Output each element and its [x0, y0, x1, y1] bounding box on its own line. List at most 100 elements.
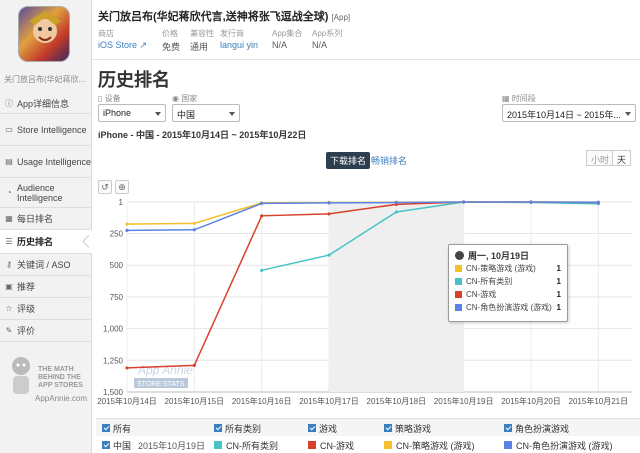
- zoom-icon[interactable]: ⊕: [115, 180, 129, 194]
- toggle-all-categories[interactable]: 所有类别: [214, 421, 261, 435]
- row-country[interactable]: 中国: [102, 438, 131, 452]
- sidebar-item-keywords-aso[interactable]: ⚷ 关键词 / ASO: [0, 254, 92, 276]
- meta-key: 发行商: [220, 29, 244, 38]
- row-item-label: CN-游戏: [320, 440, 354, 451]
- sidebar-item-label: Audience Intelligence: [17, 182, 63, 203]
- app-header: 关门放吕布(华妃蒋欣代言,送神将张飞逗战全球) [App] 商店 iOS Sto…: [92, 0, 640, 60]
- data-point[interactable]: [125, 228, 129, 232]
- sidebar-item-history-rank[interactable]: ☰ 历史排名: [0, 230, 92, 254]
- sidebar-item-audience-intelligence[interactable]: ◔ Audience Intelligence: [0, 178, 92, 208]
- y-tick-label: 500: [110, 261, 124, 270]
- logo-tagline: THE MATH BEHIND THE APP STORES: [38, 366, 83, 389]
- row-item-label: CN-角色扮演游戏 (游戏): [516, 440, 613, 451]
- checkbox-icon[interactable]: [308, 424, 316, 432]
- meta-value-store-link[interactable]: iOS Store ↗: [98, 40, 147, 51]
- data-point[interactable]: [462, 200, 466, 204]
- checkbox-icon[interactable]: [384, 424, 392, 432]
- sidebar-item-ratings[interactable]: ☆ 评级: [0, 298, 92, 320]
- x-tick-label: 2015年10月19日: [434, 396, 494, 406]
- toggle-all[interactable]: 所有: [102, 421, 131, 435]
- device-select[interactable]: iPhone: [98, 104, 166, 122]
- data-point[interactable]: [260, 214, 264, 218]
- sidebar-item-featured[interactable]: ▣ 推荐: [0, 276, 92, 298]
- header-label: 所有: [113, 423, 132, 434]
- meta-key: 价格: [162, 29, 178, 38]
- unit-day-button[interactable]: 天: [612, 150, 632, 166]
- checkbox-icon[interactable]: [504, 424, 512, 432]
- data-point[interactable]: [192, 363, 196, 367]
- data-point[interactable]: [596, 200, 600, 204]
- meta-key: 商店: [98, 29, 114, 38]
- meta-store: 商店 iOS Store ↗: [98, 28, 147, 51]
- checkbox-icon[interactable]: [102, 424, 110, 432]
- sidebar-item-label: 评价: [17, 325, 36, 336]
- country-label: ◉ 国家: [172, 94, 198, 103]
- meta-price: 价格 免费: [162, 28, 180, 53]
- app-type-tag: [App]: [331, 13, 351, 22]
- header-label: 策略游戏: [395, 423, 432, 434]
- data-point[interactable]: [394, 200, 398, 205]
- logo-site: AppAnnie.com: [35, 394, 88, 403]
- tab-download-rank[interactable]: 下载排名: [326, 152, 371, 169]
- device-label: ▯ 设备: [98, 94, 121, 103]
- tooltip-row: CN-策略游戏 (游戏) 1: [455, 262, 561, 275]
- period-select-value: 2015年10月14日 ~ 2015年...: [507, 110, 621, 120]
- y-axis-ticks: 1 250 500 750 1,000 1,250 1,500: [103, 198, 124, 397]
- sidebar-item-daily-rank[interactable]: ▦ 每日排名: [0, 208, 92, 230]
- tab-grossing-rank[interactable]: 畅销排名: [367, 152, 411, 169]
- calendar-icon: ▦: [5, 213, 13, 223]
- country-select[interactable]: 中国: [172, 104, 240, 122]
- row-item-rpg: CN-角色扮演游戏 (游戏): [504, 438, 613, 452]
- sidebar-item-reviews[interactable]: ✎ 评价: [0, 320, 92, 342]
- header-label: 游戏: [319, 423, 338, 434]
- checkbox-icon[interactable]: [214, 424, 222, 432]
- toggle-games[interactable]: 游戏: [308, 421, 337, 435]
- data-point[interactable]: [260, 268, 264, 272]
- app-title-text: 关门放吕布(华妃蒋欣代言,送神将张飞逗战全球): [98, 11, 329, 23]
- meta-value: 通用: [190, 42, 209, 52]
- app-icon[interactable]: [18, 6, 70, 62]
- sidebar-item-app-details[interactable]: ⓘ App详细信息: [0, 94, 92, 114]
- tooltip-row: CN-所有类别 1: [455, 275, 561, 288]
- toggle-strategy[interactable]: 策略游戏: [384, 421, 431, 435]
- sidebar-item-usage-intelligence[interactable]: ▤ Usage Intelligence: [0, 146, 92, 178]
- data-point[interactable]: [125, 366, 129, 370]
- meta-value: N/A: [312, 40, 328, 50]
- series-table: 所有 所有类别 游戏 策略游戏 角色扮演游戏 中国 2015年10月19日 CN…: [96, 418, 640, 453]
- appannie-logo[interactable]: THE MATH BEHIND THE APP STORES AppAnnie.…: [4, 350, 90, 410]
- swatch-all: [455, 278, 462, 285]
- meta-value-publisher-link[interactable]: langui yin: [220, 40, 258, 50]
- checkbox-icon[interactable]: [102, 441, 110, 449]
- sidebar: 关门放吕布(华妃蒋欣... ⓘ App详细信息 ▭ Store Intellig…: [0, 0, 92, 453]
- row-country-label: 中国: [113, 440, 132, 451]
- header-label: 角色扮演游戏: [515, 423, 570, 434]
- meta-key: App系列: [312, 29, 343, 38]
- row-item-label: CN-策略游戏 (游戏): [396, 440, 475, 451]
- toggle-rpg[interactable]: 角色扮演游戏: [504, 421, 569, 435]
- sidebar-item-store-intelligence[interactable]: ▭ Store Intelligence: [0, 114, 92, 146]
- data-point[interactable]: [327, 212, 331, 216]
- data-point[interactable]: [192, 228, 196, 232]
- data-point[interactable]: [327, 253, 331, 257]
- data-point[interactable]: [192, 221, 196, 226]
- sidebar-item-label: App详细信息: [17, 98, 70, 109]
- watermark-subtext: STORE STATS: [137, 381, 185, 388]
- period-select[interactable]: 2015年10月14日 ~ 2015年...: [502, 104, 636, 122]
- chevron-down-icon: [155, 112, 161, 116]
- sidebar-item-label: 推荐: [17, 281, 36, 292]
- chart-subtitle: iPhone - 中国 - 2015年10月14日 ~ 2015年10月22日: [98, 130, 307, 140]
- featured-icon: ▣: [5, 281, 13, 291]
- globe-icon: [455, 251, 464, 260]
- data-point[interactable]: [529, 200, 533, 204]
- data-point[interactable]: [394, 210, 398, 214]
- tooltip-row-label: CN-所有类别: [466, 277, 513, 286]
- reset-zoom-icon[interactable]: ↺: [98, 180, 112, 194]
- data-point[interactable]: [327, 201, 331, 205]
- period-label: ▦ 时间段: [502, 94, 536, 103]
- data-point[interactable]: [125, 222, 129, 226]
- row-item-label: CN-所有类别: [226, 440, 278, 451]
- data-point[interactable]: [260, 201, 264, 205]
- row-item-all: CN-所有类别: [214, 438, 278, 452]
- x-tick-label: 2015年10月16日: [232, 396, 292, 406]
- unit-hour-button[interactable]: 小时: [586, 150, 615, 166]
